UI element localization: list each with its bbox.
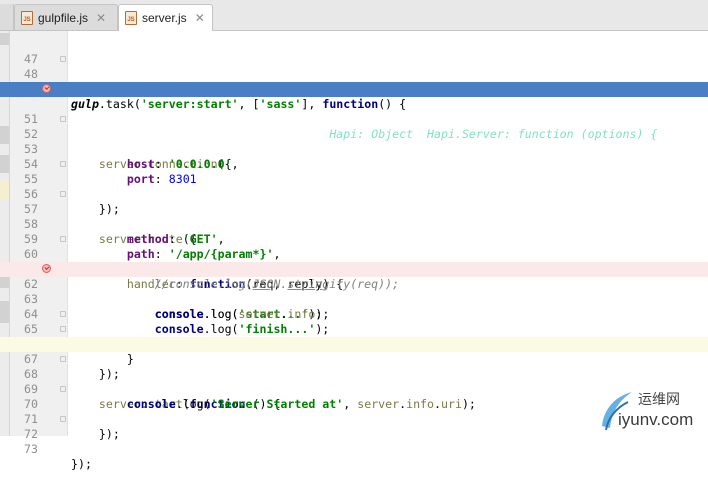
line-number: 73 — [24, 442, 38, 456]
code-line[interactable]: 58 method: 'GET', — [0, 202, 708, 246]
code-editor[interactable]: 47 48 gulp.task('server:start', ['sass']… — [0, 0, 708, 471]
code-line[interactable]: 48 gulp.task('server:start', ['sass'], f… — [0, 52, 708, 111]
code-line[interactable]: 57 server.route({ — [0, 187, 708, 246]
breakpoint-icon[interactable] — [42, 84, 51, 93]
fold-marker-icon[interactable] — [60, 356, 66, 362]
fold-marker-icon[interactable] — [60, 116, 66, 122]
code-line[interactable]: 54 port: 8301 — [0, 142, 708, 186]
code-line[interactable]: 69 console.log('Server Started at', serv… — [0, 367, 708, 411]
code-line[interactable]: 55 }); — [0, 157, 708, 216]
fold-marker-icon[interactable] — [60, 386, 66, 392]
fold-marker-icon[interactable] — [60, 56, 66, 62]
fold-marker-icon[interactable] — [60, 236, 66, 242]
code-line[interactable]: 52 server.connection({ — [0, 112, 708, 171]
code-line-caret[interactable]: 67 — [0, 337, 708, 366]
breakpoint-icon[interactable] — [42, 264, 51, 273]
code-line[interactable]: 59 path: '/app/{param*}', — [0, 217, 708, 261]
code-line[interactable]: 56 — [0, 172, 708, 201]
code-line[interactable]: 53 host: '0.0.0.0', — [0, 127, 708, 171]
code-line[interactable]: 49 — [0, 67, 708, 96]
fold-marker-icon[interactable] — [60, 161, 66, 167]
code-line[interactable]: 51 — [0, 97, 708, 126]
code-line[interactable]: 68 server.start(function () { — [0, 352, 708, 411]
watermark-text-cn: 运维网 — [638, 391, 680, 407]
code-line-breakpoint[interactable]: 62 console.log('start...'); — [0, 262, 708, 321]
fold-marker-icon[interactable] — [60, 191, 66, 197]
line-number: 51 — [24, 112, 38, 126]
code-line[interactable]: 65 } — [0, 307, 708, 366]
fold-marker-icon[interactable] — [60, 416, 66, 422]
code-line[interactable]: 61 //console.log(JSON.stringify(req)); — [0, 247, 708, 291]
code-line[interactable]: 64 console.log('finish...'); — [0, 292, 708, 336]
watermark-logo: 运维网 iyunv.com — [598, 384, 708, 436]
code-text: }); — [71, 457, 92, 471]
code-line[interactable]: 47 — [0, 37, 708, 66]
fold-marker-icon[interactable] — [60, 326, 66, 332]
watermark-text-en: iyunv.com — [618, 410, 694, 429]
code-line[interactable]: 66 }); — [0, 322, 708, 381]
code-line-execution-point[interactable]: 50 var server = new Hapi.Server(); Hapi:… — [0, 82, 708, 141]
code-line[interactable]: 60 handler: function(req, reply) { — [0, 232, 708, 291]
fold-marker-icon[interactable] — [60, 311, 66, 317]
code-line[interactable]: 63 console.log(server.info); — [0, 277, 708, 321]
